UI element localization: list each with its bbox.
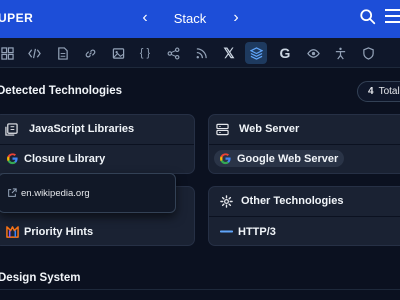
card-web-server: Web Server Google Web Server: [208, 114, 400, 174]
link-tooltip[interactable]: en.wikipedia.org: [0, 173, 176, 213]
layers-stack-icon[interactable]: [245, 42, 267, 64]
search-icon[interactable]: [359, 8, 379, 28]
brand-title: UPER: [0, 11, 34, 25]
share-icon[interactable]: [163, 43, 183, 63]
google-icon: [220, 153, 231, 165]
card-title: Web Server: [239, 123, 300, 135]
code-icon[interactable]: [24, 43, 44, 63]
google-icon: [7, 153, 18, 165]
rss-icon[interactable]: [191, 43, 211, 63]
chevron-right-icon[interactable]: ›: [226, 8, 246, 28]
accessibility-icon[interactable]: [330, 43, 350, 63]
header-bar: UPER ‹ Stack ›: [0, 0, 400, 38]
chevron-left-icon[interactable]: ‹: [135, 8, 155, 28]
library-icon: [5, 123, 19, 137]
server-icon: [216, 123, 230, 137]
http-icon: [220, 230, 233, 233]
card-javascript-libraries: JavaScript Libraries Closure Library: [0, 114, 195, 174]
section-title-design-system: Design System: [0, 272, 81, 284]
eye-icon[interactable]: [303, 43, 323, 63]
tech-item-label: HTTP/3: [238, 225, 276, 238]
card-header: Other Technologies: [209, 187, 400, 217]
tech-item-google-web-server[interactable]: Google Web Server: [214, 150, 345, 167]
total-count: 4: [368, 86, 374, 97]
icon-toolbar: { } 𝕏 G: [0, 38, 400, 68]
tooltip-url[interactable]: en.wikipedia.org: [21, 188, 90, 199]
card-header: Web Server: [209, 115, 400, 145]
grid-icon[interactable]: [0, 43, 17, 63]
tech-item-label: Google Web Server: [237, 152, 339, 165]
card-title: JavaScript Libraries: [29, 123, 135, 135]
hamburger-menu-icon[interactable]: [385, 9, 400, 27]
x-twitter-icon[interactable]: 𝕏: [219, 43, 239, 63]
tech-item-closure-library[interactable]: Closure Library: [6, 152, 105, 165]
tech-item-http3[interactable]: HTTP/3: [220, 225, 276, 238]
page-title: Stack: [173, 11, 207, 26]
tech-item-label: Closure Library: [24, 152, 106, 165]
total-label: Total: [378, 86, 400, 97]
google-icon[interactable]: G: [275, 43, 295, 63]
divider: [0, 289, 400, 290]
tech-item-priority-hints[interactable]: Priority Hints: [6, 225, 93, 238]
tech-item-label: Priority Hints: [24, 225, 94, 238]
braces-icon[interactable]: { }: [135, 43, 155, 63]
document-icon[interactable]: [52, 43, 72, 63]
image-icon[interactable]: [108, 43, 128, 63]
section-title-detected: Detected Technologies: [0, 85, 123, 97]
gear-icon: [220, 195, 234, 209]
total-badge: 4 Total: [357, 81, 400, 102]
link-icon[interactable]: [80, 43, 100, 63]
external-link-icon: [8, 188, 17, 197]
card-other-technologies: Other Technologies HTTP/3: [208, 186, 400, 246]
priority-hints-icon: [6, 226, 19, 238]
card-header: JavaScript Libraries: [0, 115, 194, 145]
shield-icon[interactable]: [358, 43, 378, 63]
card-title: Other Technologies: [241, 195, 344, 207]
